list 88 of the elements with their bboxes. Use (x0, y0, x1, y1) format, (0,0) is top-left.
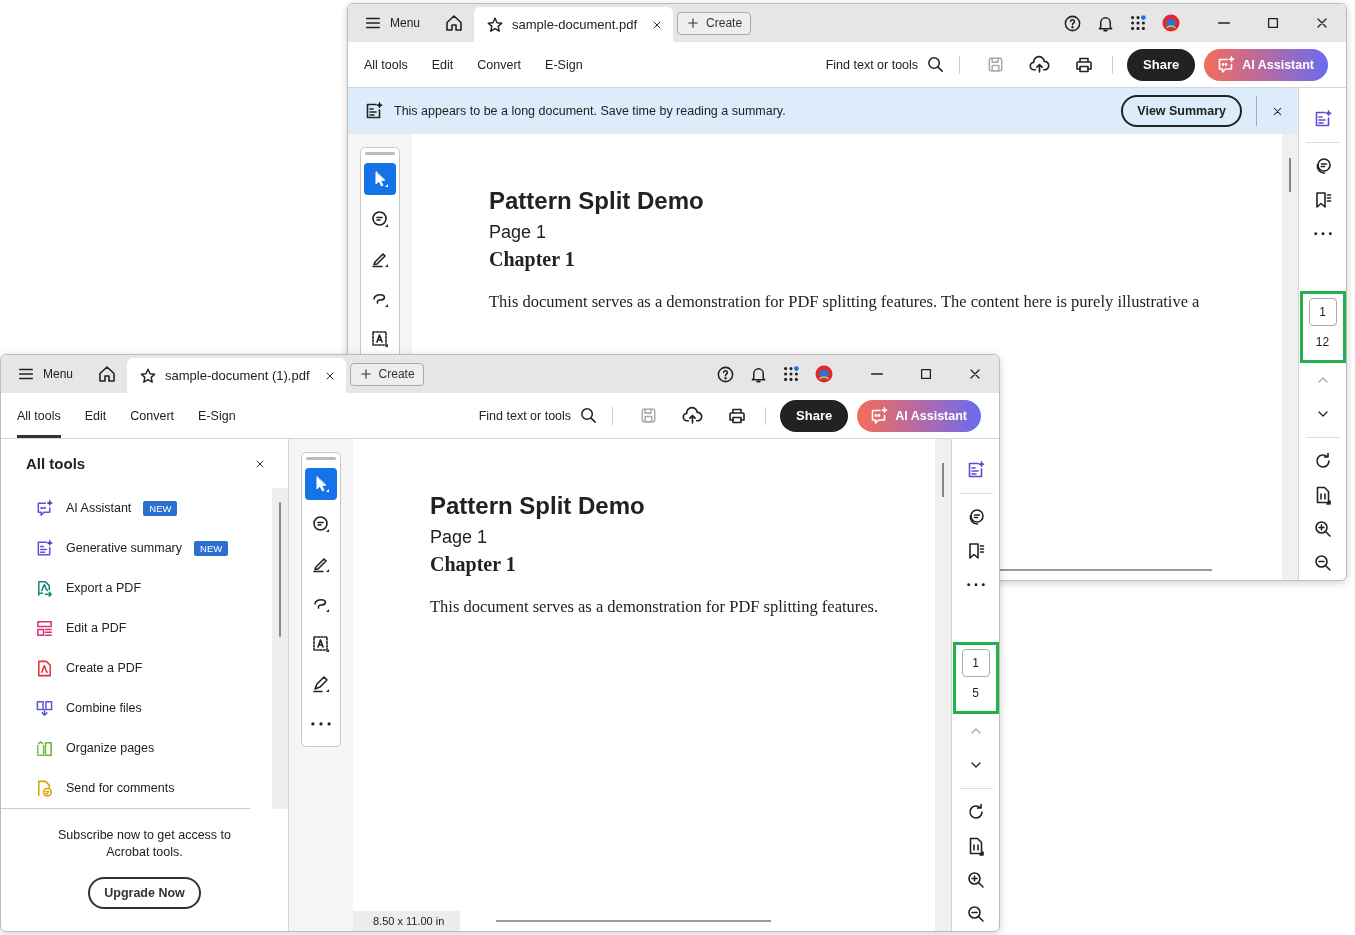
toolbar-tab[interactable]: Convert (477, 42, 522, 87)
horizontal-scrollbar[interactable] (496, 920, 772, 922)
vertical-scrollbar[interactable] (942, 463, 944, 497)
create-button[interactable]: Create (349, 362, 424, 386)
zoom-out-icon[interactable] (965, 903, 986, 924)
create-button[interactable]: Create (677, 11, 752, 35)
help-icon[interactable] (1063, 13, 1082, 33)
toolbar-tab[interactable]: Convert (130, 393, 175, 438)
document-title: Pattern Split Demo (430, 491, 645, 521)
pen-icon (311, 674, 331, 694)
plus-icon (358, 367, 373, 381)
comment-icon (370, 209, 390, 229)
menu-button[interactable]: Menu (348, 14, 435, 32)
more-icon[interactable] (966, 583, 985, 587)
more-icon[interactable] (1313, 232, 1332, 236)
chat-sparkle-icon (869, 405, 890, 426)
avatar-icon[interactable] (814, 364, 834, 384)
plus-icon (686, 16, 701, 30)
find-label[interactable]: Find text or tools (478, 408, 572, 423)
view-summary-button[interactable]: View Summary (1121, 95, 1242, 127)
help-icon[interactable] (716, 364, 735, 384)
avatar-icon[interactable] (1161, 13, 1181, 33)
document-paragraph: This document serves as a demonstration for PDF splitting features. (430, 597, 879, 617)
cloud-upload-icon[interactable] (682, 405, 704, 426)
tool-list-item[interactable]: Combine files (35, 688, 250, 728)
text-select-icon (311, 634, 331, 654)
panel-scrollbar[interactable] (279, 502, 281, 637)
menu-button[interactable]: Menu (1, 365, 88, 383)
zoom-in-icon[interactable] (965, 869, 986, 890)
tab-title: sample-document.pdf (512, 17, 638, 32)
upgrade-button[interactable]: Upgrade Now (88, 877, 201, 909)
toolbar-tab[interactable]: Edit (84, 393, 107, 438)
search-icon[interactable] (579, 406, 599, 425)
page-label: Page 1 (489, 221, 547, 244)
tool-list-item[interactable]: AI Assistant NEW (35, 488, 250, 528)
tool-list-item[interactable]: Edit a PDF (35, 608, 250, 648)
tab-title: sample-document (1).pdf (165, 368, 310, 383)
page-count: 5 (972, 686, 979, 701)
ai-assistant-button[interactable]: AI Assistant (857, 399, 981, 432)
cloud-upload-icon[interactable] (1029, 54, 1051, 75)
apps-grid-icon[interactable] (782, 365, 800, 383)
tool-list-item[interactable]: Send for comments (35, 768, 250, 808)
subscribe-text: Subscribe now to get access to Acrobat tools. (57, 827, 232, 861)
ai-assistant-button[interactable]: AI Assistant (1204, 48, 1328, 81)
star-icon (139, 366, 158, 385)
new-badge: NEW (143, 500, 178, 516)
document-paragraph: This document serves as a demonstration for PDF splitting features. The content here is purely illustrative a (489, 292, 1200, 312)
cursor-tool[interactable] (305, 468, 337, 500)
share-button[interactable]: Share (1127, 48, 1196, 81)
page-label: Page 1 (430, 526, 488, 549)
apps-grid-icon[interactable] (1129, 14, 1147, 32)
tool-list-item[interactable]: Export a PDF (35, 568, 250, 608)
new-badge: NEW (194, 540, 229, 556)
search-icon[interactable] (926, 55, 946, 74)
chapter-heading: Chapter 1 (489, 247, 575, 272)
text-select-icon (370, 329, 390, 349)
chapter-heading: Chapter 1 (430, 552, 516, 577)
home-icon[interactable] (444, 13, 465, 33)
document-title: Pattern Split Demo (489, 186, 704, 216)
more-icon (311, 722, 331, 726)
comment-icon (311, 514, 331, 534)
banner-text: This appears to be a long document. Save time by reading a summary. (394, 104, 786, 118)
panel-title: All tools (26, 455, 86, 472)
star-icon (486, 15, 505, 34)
vertical-scrollbar[interactable] (1289, 158, 1291, 192)
document-tab[interactable]: sample-document.pdf (474, 7, 674, 42)
toolbar-tab[interactable]: All tools (364, 42, 408, 87)
tool-list-item[interactable]: Create a PDF (35, 648, 250, 688)
page-number-field[interactable]: 1 (961, 649, 990, 678)
toolbar-tab[interactable]: E-Sign (198, 393, 236, 438)
tool-list-item[interactable]: Organize pages (35, 728, 250, 768)
page-size-label: 8.50 x 11.00 in (353, 911, 461, 931)
document-tab[interactable]: sample-document (1).pdf (127, 358, 346, 393)
horizontal-scrollbar[interactable] (1000, 569, 1212, 571)
cursor-tool[interactable] (364, 163, 396, 195)
chat-sparkle-icon (1216, 54, 1237, 75)
toolbar-tab[interactable]: E-Sign (545, 42, 583, 87)
zoom-out-icon[interactable] (1312, 552, 1333, 573)
share-button[interactable]: Share (780, 399, 849, 432)
zoom-in-icon[interactable] (1312, 518, 1333, 539)
page-count: 12 (1315, 335, 1330, 350)
document-sparkle-icon (364, 101, 384, 121)
toolbar-tab[interactable]: All tools (17, 393, 61, 438)
find-label[interactable]: Find text or tools (825, 57, 919, 72)
home-icon[interactable] (97, 364, 118, 384)
toolbar-tab[interactable]: Edit (431, 42, 454, 87)
tool-list-item[interactable]: Generative summary NEW (35, 528, 250, 568)
page-number-field[interactable]: 1 (1308, 298, 1337, 327)
